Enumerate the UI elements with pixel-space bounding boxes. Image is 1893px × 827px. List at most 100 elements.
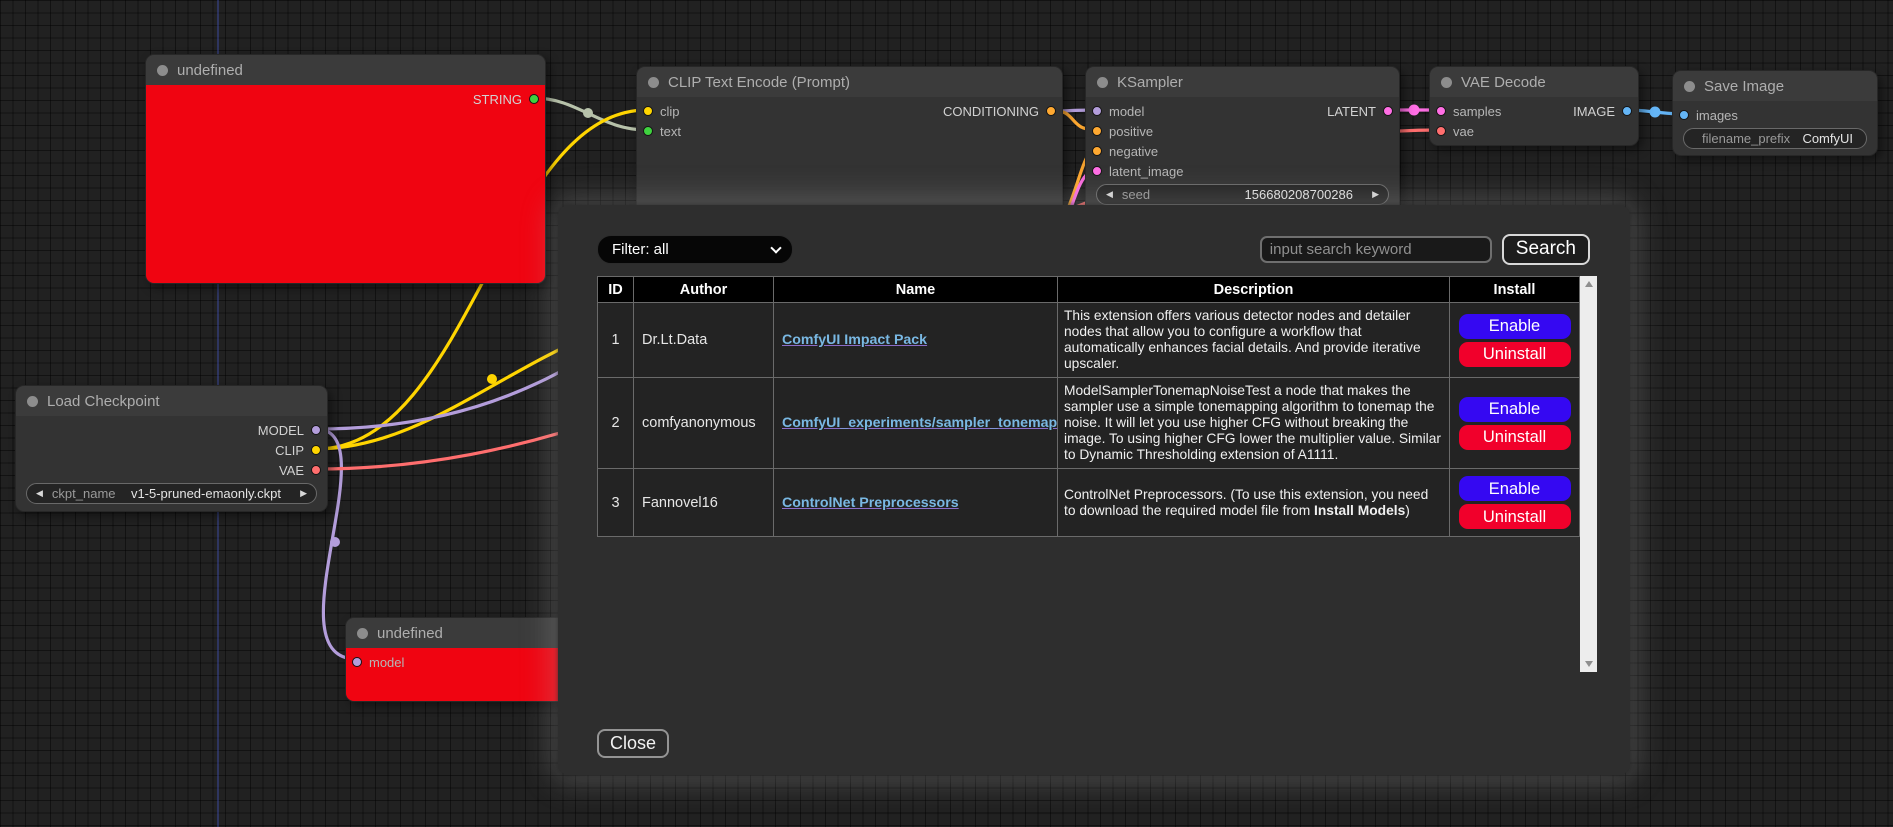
node-title-bar[interactable]: undefined [346, 618, 576, 648]
scroll-down-icon[interactable] [1585, 661, 1593, 667]
output-slot-STRING[interactable] [529, 94, 539, 104]
table-row: 1Dr.Lt.DataComfyUI Impact PackThis exten… [598, 303, 1580, 378]
input-slot-label: model [369, 655, 404, 670]
node-collapse-dot-icon[interactable] [1097, 77, 1108, 88]
output-slot-CONDITIONING[interactable] [1046, 106, 1056, 116]
cell-id: 3 [598, 469, 634, 537]
output-slot-label: IMAGE [1573, 104, 1615, 119]
input-slot-samples[interactable] [1436, 106, 1446, 116]
search-button[interactable]: Search [1502, 234, 1590, 265]
enable-button[interactable]: Enable [1459, 314, 1571, 339]
output-slot-LATENT[interactable] [1383, 106, 1393, 116]
widget-label: filename_prefix [1702, 131, 1790, 146]
cell-install: Enable Uninstall [1450, 469, 1580, 537]
node-collapse-dot-icon[interactable] [357, 628, 368, 639]
output-slot-label: CLIP [275, 443, 304, 458]
node-collapse-dot-icon[interactable] [27, 396, 38, 407]
input-slot-vae[interactable] [1436, 126, 1446, 136]
node-title-bar[interactable]: undefined [146, 55, 545, 85]
node-body: MODELCLIPVAE◀ckpt_namev1-5-pruned-emaonl… [16, 416, 327, 511]
node-undefined-top[interactable]: undefined STRING [145, 54, 546, 284]
node-title: Save Image [1704, 78, 1784, 95]
node-title: KSampler [1117, 74, 1183, 91]
table-row: 3Fannovel16 ControlNet Preprocessors Contr… [598, 469, 1580, 537]
node-collapse-dot-icon[interactable] [1684, 81, 1695, 92]
column-header: Description [1058, 277, 1450, 303]
input-slot-text[interactable] [643, 126, 653, 136]
uninstall-button[interactable]: Uninstall [1459, 425, 1571, 450]
search-input[interactable] [1260, 236, 1492, 263]
node-collapse-dot-icon[interactable] [157, 65, 168, 76]
cell-name: ComfyUI_experiments/sampler_tonemap [774, 378, 1058, 469]
column-header: ID [598, 277, 634, 303]
output-slot-MODEL[interactable] [311, 425, 321, 435]
output-slot-label: LATENT [1327, 104, 1376, 119]
uninstall-button[interactable]: Uninstall [1459, 504, 1571, 529]
input-slot-label: positive [1109, 124, 1153, 139]
output-slot-label: MODEL [258, 423, 304, 438]
widget-prev-arrow-icon[interactable]: ◀ [1106, 190, 1113, 199]
input-slot-latent_image[interactable] [1092, 166, 1102, 176]
output-slot-label: STRING [473, 92, 522, 107]
node-title-bar[interactable]: Load Checkpoint [16, 386, 327, 416]
node-body: model [346, 648, 576, 701]
node-undefined-bottom[interactable]: undefined model [345, 617, 577, 702]
widget-next-arrow-icon[interactable]: ▶ [1372, 190, 1379, 199]
output-slot-VAE[interactable] [311, 465, 321, 475]
output-slot-IMAGE[interactable] [1622, 106, 1632, 116]
column-header: Name [774, 277, 1058, 303]
node-title-bar[interactable]: KSampler [1086, 67, 1399, 97]
widget-filename_prefix[interactable]: filename_prefix ComfyUI [1683, 128, 1867, 149]
node-title-bar[interactable]: VAE Decode [1430, 67, 1638, 97]
node-title-bar[interactable]: Save Image [1673, 71, 1877, 101]
node-title-bar[interactable]: CLIP Text Encode (Prompt) [637, 67, 1062, 97]
extension-table: IDAuthorNameDescriptionInstall 1Dr.Lt.Da… [597, 276, 1580, 537]
scroll-up-icon[interactable] [1585, 281, 1593, 287]
node-vae-decode[interactable]: VAE DecodesamplesIMAGEvae [1429, 66, 1639, 146]
cell-id: 1 [598, 303, 634, 378]
filter-select-wrap: Filter: all [597, 235, 793, 264]
node-load-checkpoint[interactable]: Load CheckpointMODELCLIPVAE◀ckpt_namev1-… [15, 385, 328, 512]
widget-value: ComfyUI [1802, 131, 1853, 146]
widget-seed[interactable]: ◀seed156680208700286▶ [1096, 184, 1389, 205]
output-slot-CLIP[interactable] [311, 445, 321, 455]
input-slot-positive[interactable] [1092, 126, 1102, 136]
input-slot-label: text [660, 124, 681, 139]
table-scrollbar[interactable] [1580, 276, 1597, 672]
extension-manager-dialog: Filter: all Search IDAuthorNameDescripti… [558, 205, 1630, 775]
node-body: samplesIMAGEvae [1430, 97, 1638, 145]
extension-link[interactable]: ComfyUI Impact Pack [782, 332, 927, 348]
cell-author: Fannovel16 [634, 469, 774, 537]
extension-table-scroll-area: IDAuthorNameDescriptionInstall 1Dr.Lt.Da… [597, 276, 1597, 672]
widget-label: ckpt_name [52, 486, 116, 501]
input-slot-clip[interactable] [643, 106, 653, 116]
column-header: Author [634, 277, 774, 303]
widget-prev-arrow-icon[interactable]: ◀ [36, 489, 43, 498]
input-slot-images[interactable] [1679, 110, 1689, 120]
widget-value: v1-5-pruned-emaonly.ckpt [131, 486, 281, 501]
enable-button[interactable]: Enable [1459, 476, 1571, 501]
extension-link[interactable]: ComfyUI_experiments/sampler_tonemap [782, 415, 1057, 431]
description-text: Install Models [1314, 503, 1405, 518]
widget-ckpt_name[interactable]: ◀ ckpt_name v1-5-pruned-emaonly.ckpt ▶ [26, 483, 317, 504]
input-slot-label: model [1109, 104, 1144, 119]
node-collapse-dot-icon[interactable] [648, 77, 659, 88]
dialog-toolbar: Filter: all Search [597, 233, 1590, 265]
input-slot-model[interactable] [352, 657, 362, 667]
widget-next-arrow-icon[interactable]: ▶ [300, 489, 307, 498]
extension-link[interactable]: ControlNet Preprocessors [782, 495, 959, 511]
table-header-row: IDAuthorNameDescriptionInstall [598, 277, 1580, 303]
cell-description: ControlNet Preprocessors. (To use this e… [1058, 469, 1450, 537]
input-slot-negative[interactable] [1092, 146, 1102, 156]
filter-select[interactable]: Filter: all [597, 235, 793, 264]
uninstall-button[interactable]: Uninstall [1459, 342, 1571, 367]
cell-name: ControlNet Preprocessors [774, 469, 1058, 537]
input-slot-model[interactable] [1092, 106, 1102, 116]
enable-button[interactable]: Enable [1459, 397, 1571, 422]
cell-author: Dr.Lt.Data [634, 303, 774, 378]
node-collapse-dot-icon[interactable] [1441, 77, 1452, 88]
node-save-image[interactable]: Save Imageimagesfilename_prefixComfyUI [1672, 70, 1878, 156]
node-body: imagesfilename_prefixComfyUI [1673, 101, 1877, 155]
close-button[interactable]: Close [597, 729, 669, 758]
input-slot-label: vae [1453, 124, 1474, 139]
